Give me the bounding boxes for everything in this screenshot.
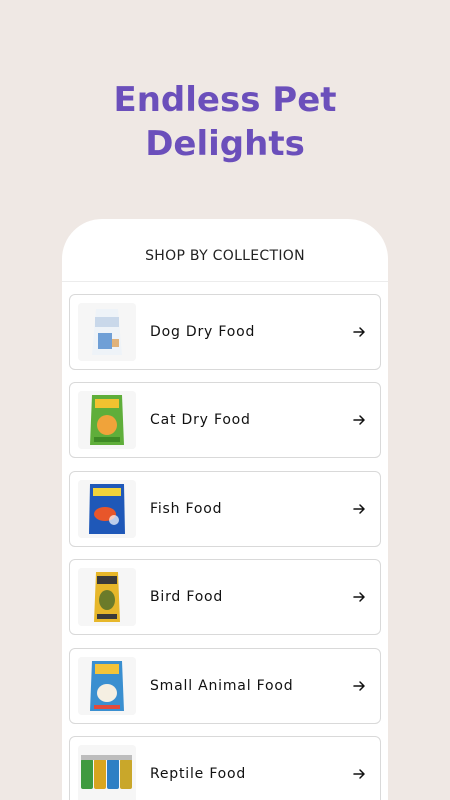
reptile-food-jars-image bbox=[78, 744, 136, 800]
headline-line-1: Endless Pet bbox=[113, 80, 337, 120]
collection-item-dog-dry-food[interactable]: Dog Dry Food bbox=[69, 294, 381, 370]
collection-label: Small Animal Food bbox=[150, 677, 294, 694]
collection-item-cat-dry-food[interactable]: Cat Dry Food bbox=[69, 382, 381, 459]
collection-label: Bird Food bbox=[150, 589, 224, 606]
collection-item-fish-food[interactable]: Fish Food bbox=[69, 470, 381, 547]
section-title: SHOP BY COLLECTION bbox=[145, 248, 305, 264]
dog-food-bag-image bbox=[78, 303, 136, 361]
headline-line-2: Delights bbox=[145, 124, 305, 164]
arrow-right-icon bbox=[352, 412, 366, 428]
collection-item-small-animal-food[interactable]: Small Animal Food bbox=[69, 647, 381, 724]
arrow-right-icon bbox=[352, 501, 366, 517]
bird-food-bag-image bbox=[78, 568, 136, 627]
fish-food-bag-image bbox=[78, 479, 136, 538]
collection-label: Cat Dry Food bbox=[150, 412, 251, 429]
collection-label: Fish Food bbox=[150, 500, 223, 517]
collection-item-reptile-food[interactable]: Reptile Food bbox=[69, 735, 381, 800]
arrow-right-icon bbox=[352, 589, 366, 605]
header-divider bbox=[62, 281, 388, 282]
arrow-right-icon bbox=[352, 324, 366, 340]
collection-label: Reptile Food bbox=[150, 765, 247, 782]
arrow-right-icon bbox=[352, 766, 366, 782]
collection-item-bird-food[interactable]: Bird Food bbox=[69, 559, 381, 636]
cat-food-bag-image bbox=[78, 391, 136, 450]
small-animal-food-bag-image bbox=[78, 656, 136, 715]
arrow-right-icon bbox=[352, 678, 366, 694]
promo-headline: Endless Pet Delights bbox=[0, 78, 450, 166]
collection-list: Dog Dry Food Cat Dry Food Fish Food Bird… bbox=[69, 294, 381, 800]
collection-label: Dog Dry Food bbox=[150, 324, 256, 340]
